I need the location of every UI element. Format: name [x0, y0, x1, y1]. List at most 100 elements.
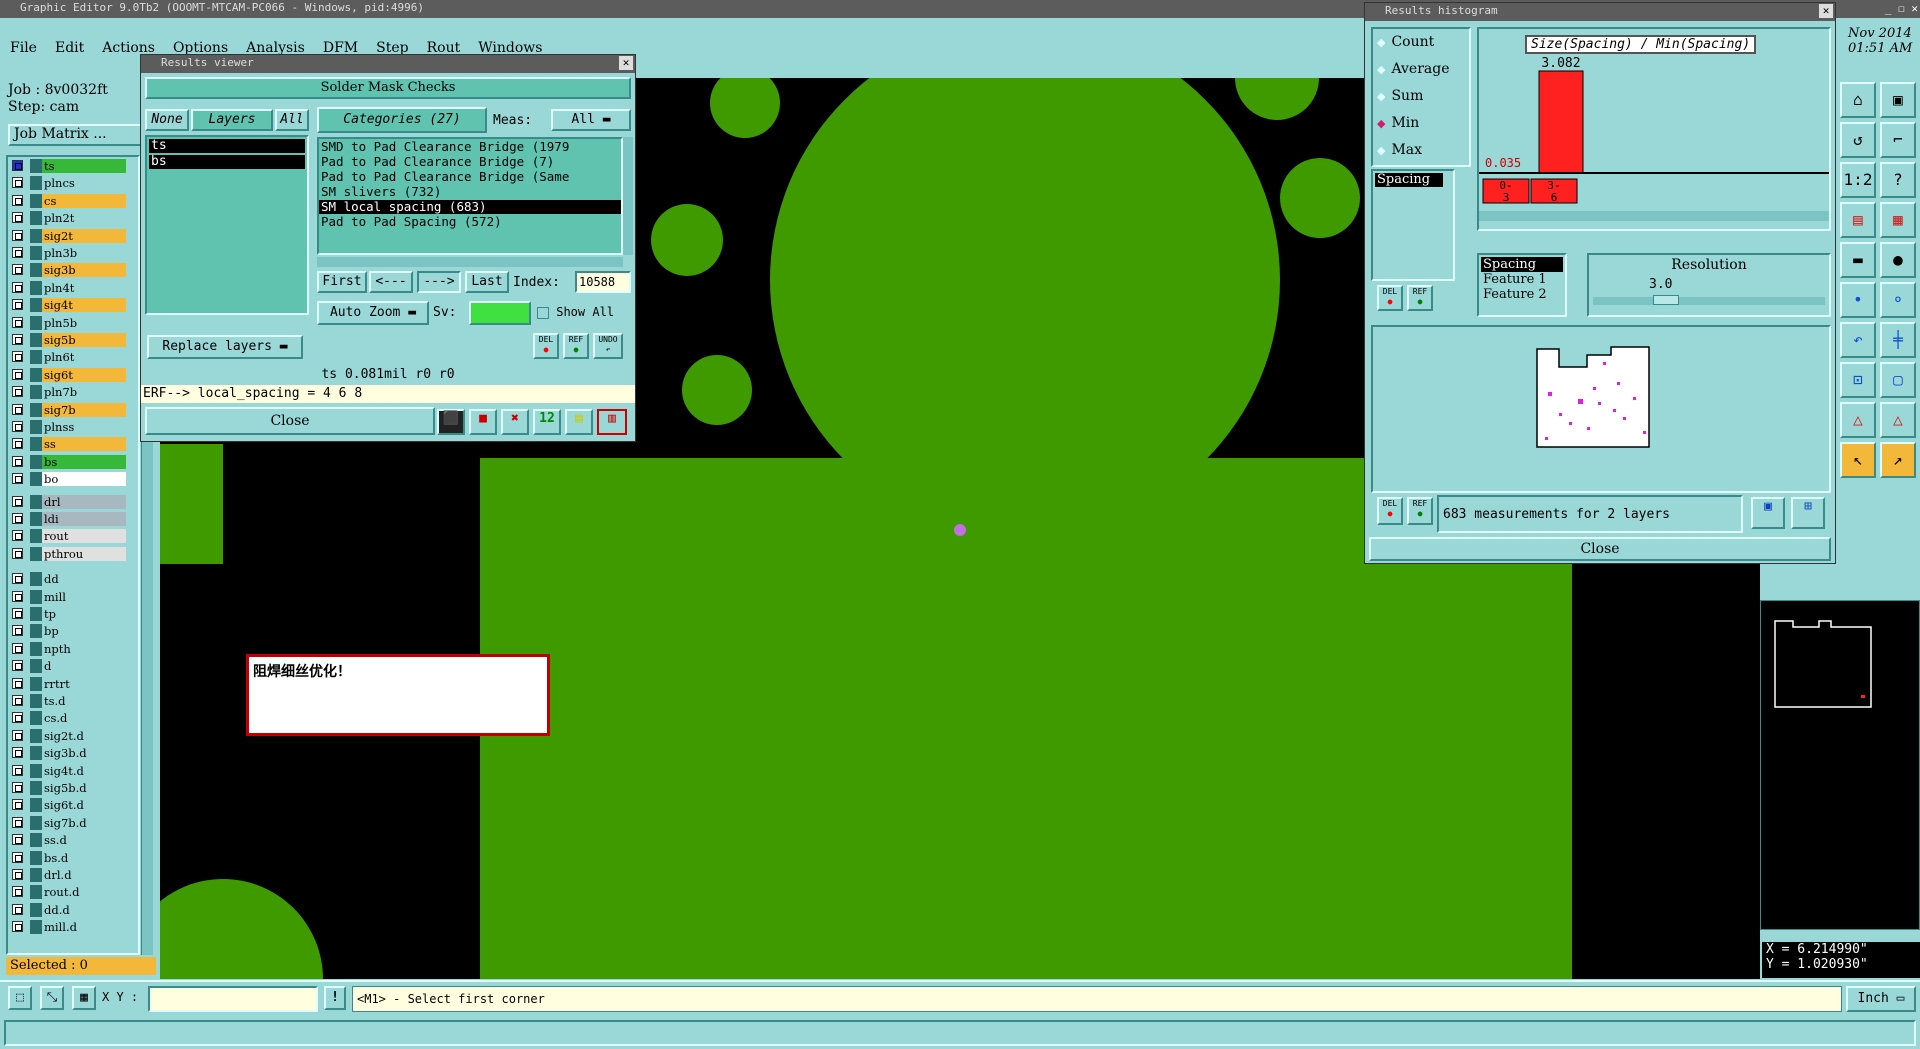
- layer-name[interactable]: ldi: [30, 512, 126, 526]
- layer-checkbox[interactable]: [12, 368, 23, 380]
- layer-name[interactable]: bp: [30, 624, 126, 639]
- map-del-button[interactable]: DEL ●: [1377, 497, 1403, 525]
- mode-radio-min[interactable]: ◆ Min: [1373, 110, 1469, 137]
- ruler-icon[interactable]: ▬: [1840, 242, 1876, 278]
- mode-radio-max[interactable]: ◆ Max: [1373, 137, 1469, 164]
- layers-button[interactable]: Layers: [191, 109, 273, 131]
- layer-row-pthrou[interactable]: pthrou: [12, 546, 130, 561]
- layer-checkbox[interactable]: [12, 386, 23, 398]
- layer-name[interactable]: sig3b.d: [30, 746, 126, 761]
- layer-row-sig6t.d[interactable]: sig6t.d: [12, 798, 130, 813]
- prev-button[interactable]: <---: [369, 271, 413, 293]
- categories-button[interactable]: Categories (27): [317, 107, 487, 133]
- layer-row-sig7b[interactable]: sig7b: [12, 402, 130, 417]
- layer-checkbox[interactable]: [12, 816, 23, 828]
- layer-name[interactable]: rout: [30, 529, 126, 544]
- layer-row-ts[interactable]: ts: [12, 159, 130, 173]
- layer-name[interactable]: pthrou: [30, 546, 126, 561]
- layer-row-sig5b.d[interactable]: sig5b.d: [12, 781, 130, 795]
- layer-row-cs.d[interactable]: cs.d: [12, 711, 130, 726]
- layer-checkbox[interactable]: [12, 660, 23, 672]
- histogram-chart[interactable]: Size(Spacing) / Min(Spacing) 3.082 0.035 0…: [1477, 27, 1831, 231]
- measure-icon[interactable]: •: [1840, 282, 1876, 318]
- triangle2-icon[interactable]: △: [1880, 402, 1916, 438]
- layer-name[interactable]: ss: [30, 437, 126, 452]
- layer-name[interactable]: cs.d: [30, 711, 126, 726]
- layer-checkbox[interactable]: [12, 299, 23, 311]
- layer-name[interactable]: mill.d: [30, 920, 126, 935]
- layer-row-sig7b.d[interactable]: sig7b.d: [12, 815, 130, 830]
- layer-row-pln6t[interactable]: pln6t: [12, 350, 130, 365]
- layer-checkbox[interactable]: [12, 264, 23, 276]
- layer-name[interactable]: d: [30, 659, 126, 674]
- layer-results-list[interactable]: ts bs: [145, 135, 309, 315]
- layer-row-pln7b[interactable]: pln7b: [12, 385, 130, 400]
- layer-name[interactable]: rrtrt: [30, 676, 126, 691]
- histogram-item-list[interactable]: Spacing: [1371, 169, 1455, 281]
- layer-checkbox[interactable]: [12, 869, 23, 880]
- layer-name[interactable]: pln6t: [30, 350, 126, 365]
- layer-row-mill[interactable]: mill: [12, 589, 130, 604]
- map-ref-button[interactable]: REF ●: [1407, 497, 1433, 525]
- layer-row-bp[interactable]: bp: [12, 624, 130, 639]
- layer-row-rrtrt[interactable]: rrtrt: [12, 676, 130, 691]
- category-item[interactable]: Pad to Pad Clearance Bridge (7): [319, 155, 621, 169]
- category-item[interactable]: Pad to Pad Clearance Bridge (Same: [319, 170, 621, 184]
- mode-radio-average[interactable]: ◆ Average: [1373, 56, 1469, 83]
- pointer-icon[interactable]: ↖: [1840, 442, 1876, 478]
- close-button[interactable]: Close: [145, 407, 435, 435]
- layer-name[interactable]: ts: [30, 159, 126, 173]
- layer-checkbox[interactable]: [12, 608, 23, 619]
- layer-row-drl[interactable]: drl: [12, 494, 130, 509]
- layer-checkbox[interactable]: [12, 316, 23, 328]
- mode-radio-count[interactable]: ◆ Count: [1373, 29, 1469, 56]
- layer-row-plnss[interactable]: plnss: [12, 420, 130, 434]
- layer-name[interactable]: sig6t.d: [30, 798, 126, 813]
- layer-row-pln2t[interactable]: pln2t: [12, 211, 130, 226]
- layer-row-pln5b[interactable]: pln5b: [12, 315, 130, 330]
- layer-name[interactable]: drl: [30, 494, 126, 509]
- close-icon[interactable]: ✕: [619, 56, 633, 70]
- layer-row-d[interactable]: d: [12, 659, 130, 674]
- scale-icon[interactable]: 1:2: [1840, 162, 1876, 198]
- layer-name[interactable]: ss.d: [30, 833, 126, 848]
- all-button[interactable]: All: [275, 109, 309, 131]
- layer-name[interactable]: sig5b.d: [30, 781, 126, 795]
- layer-checkbox[interactable]: [12, 590, 23, 602]
- layer-row-bo[interactable]: bo: [12, 472, 130, 487]
- box-icon[interactable]: ▢: [1880, 362, 1916, 398]
- layer-checkbox[interactable]: [12, 160, 23, 171]
- layer-checkbox[interactable]: [12, 403, 23, 415]
- report-icon[interactable]: ▤: [565, 409, 593, 435]
- resolution-slider[interactable]: [1593, 295, 1825, 305]
- layer-name[interactable]: sig4t: [30, 298, 126, 313]
- next-button[interactable]: --->: [417, 271, 461, 293]
- layer-name[interactable]: bs: [30, 454, 126, 469]
- layer-checkbox[interactable]: [12, 229, 23, 241]
- none-button[interactable]: None: [145, 109, 189, 131]
- replace-layers-select[interactable]: Replace layers ▬: [147, 335, 303, 359]
- sv-color-select[interactable]: [469, 301, 531, 325]
- layer-name[interactable]: ts.d: [30, 694, 126, 708]
- layer-checkbox[interactable]: [12, 764, 23, 776]
- layer-checkbox[interactable]: [12, 729, 23, 741]
- slider-handle[interactable]: [1653, 295, 1679, 305]
- layer-name[interactable]: sig6t: [30, 367, 126, 382]
- layer-row-sig4t.d[interactable]: sig4t.d: [12, 763, 130, 778]
- feature-list[interactable]: Spacing Feature 1 Feature 2: [1477, 253, 1567, 317]
- results-viewer-titlebar[interactable]: Results viewer ✕: [141, 55, 635, 73]
- layer-row-rout.d[interactable]: rout.d: [12, 885, 130, 900]
- layer-name[interactable]: sig3b: [30, 263, 126, 278]
- tool-icon-1[interactable]: ⬚: [8, 986, 32, 1010]
- layer-checkbox[interactable]: [12, 455, 23, 467]
- histogram-map[interactable]: [1371, 325, 1831, 493]
- tool-icon-2[interactable]: ⤡: [40, 986, 64, 1010]
- net-icon[interactable]: ╪: [1880, 322, 1916, 358]
- layer-row-dd.d[interactable]: dd.d: [12, 902, 130, 917]
- layer-name[interactable]: sig4t.d: [30, 763, 126, 778]
- del-button[interactable]: DEL ●: [533, 333, 559, 359]
- first-button[interactable]: First: [317, 271, 367, 293]
- layer-checkbox[interactable]: [12, 712, 23, 724]
- categories-hscroll[interactable]: [317, 257, 623, 267]
- list-item[interactable]: Feature 1: [1481, 272, 1563, 287]
